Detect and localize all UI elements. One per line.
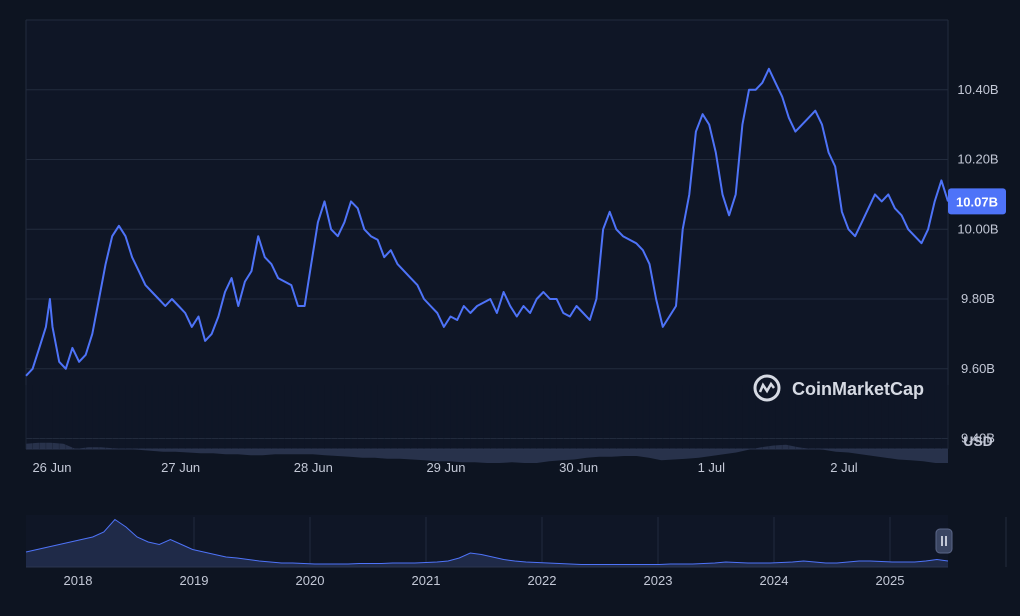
chart-svg: CoinMarketCap 9.40B9.60B9.80B10.00B10.20…: [25, 19, 1007, 588]
current-value-badge: 10.07B: [948, 188, 1006, 215]
navigator-year-label: 2022: [528, 573, 557, 588]
brand-name: CoinMarketCap: [792, 379, 924, 399]
navigator-year-label: 2024: [760, 573, 789, 588]
navigator-year-label: 2018: [64, 573, 93, 588]
y-tick-label: 9.80B: [961, 291, 995, 306]
navigator-year-label: 2021: [412, 573, 441, 588]
x-tick-label: 30 Jun: [559, 460, 598, 475]
navigator-year-label: 2019: [180, 573, 209, 588]
market-cap-chart: CoinMarketCap 9.40B 9.60B 9.80B 10.00B 10.20…: [0, 0, 1020, 616]
y-axis: 9.40B9.60B9.80B10.00B10.20B10.40B: [957, 82, 998, 446]
handle-background[interactable]: [935, 528, 953, 554]
unit-label: USD: [963, 433, 993, 449]
current-value-label: 10.07B: [956, 194, 998, 209]
navigator-year-label: 2023: [644, 573, 673, 588]
navigator-handle[interactable]: [935, 528, 953, 554]
x-tick-label: 2 Jul: [830, 460, 858, 475]
x-tick-label: 1 Jul: [698, 460, 726, 475]
x-tick-label: 29 Jun: [426, 460, 465, 475]
x-axis: 26 Jun 27 Jun 28 Jun 29 Jun 30 Jun 1 Jul 2 Jul: [32, 460, 857, 475]
x-tick-label: 27 Jun: [161, 460, 200, 475]
x-tick-label: 26 Jun: [32, 460, 71, 475]
range-navigator[interactable]: 2018 2019 2020 2021 2022 2023 2024 2025: [25, 515, 1007, 588]
navigator-year-axis: 2018 2019 2020 2021 2022 2023 2024 2025: [64, 573, 905, 588]
y-tick-label: 10.00B: [957, 221, 998, 236]
navigator-year-label: 2020: [296, 573, 325, 588]
y-tick-label: 10.20B: [957, 152, 998, 167]
y-tick-label: 9.60B: [961, 361, 995, 376]
y-tick-label: 10.40B: [957, 82, 998, 97]
navigator-year-label: 2025: [876, 573, 905, 588]
x-tick-label: 28 Jun: [294, 460, 333, 475]
